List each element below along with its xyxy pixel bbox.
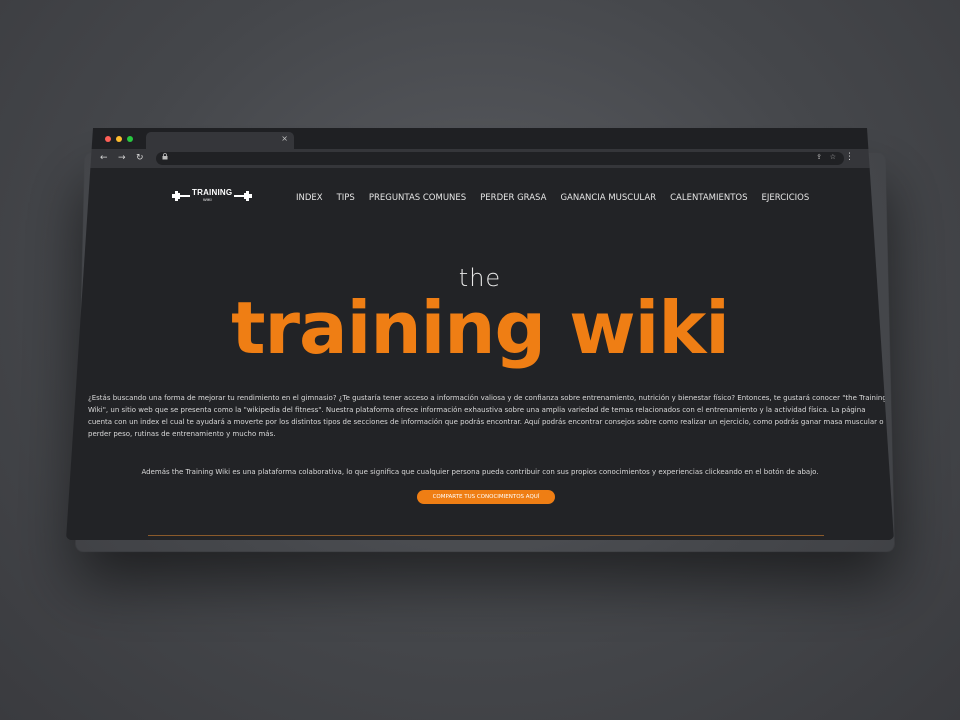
nav-item-calentamientos[interactable]: CALENTAMIENTOS	[670, 193, 747, 203]
intro-paragraph: ¿Estás buscando una forma de mejorar tu …	[88, 394, 887, 438]
web-page: TRAINING WIKI INDEX TIPS PREGUNTAS COMUN…	[66, 168, 894, 540]
share-icon[interactable]: ⇪	[816, 153, 822, 161]
browser-toolbar: ← → ↻ ⇪ ☆ ⋮	[66, 149, 894, 168]
forward-arrow-icon[interactable]: →	[118, 152, 126, 164]
minimize-window-button[interactable]	[116, 136, 122, 142]
close-icon[interactable]: ×	[281, 134, 288, 143]
nav-item-index[interactable]: INDEX	[296, 193, 323, 203]
address-bar[interactable]: ⇪ ☆	[156, 152, 844, 165]
back-arrow-icon[interactable]: ←	[100, 152, 108, 164]
divider	[148, 535, 824, 536]
site-logo[interactable]: TRAINING WIKI	[172, 188, 252, 204]
browser-tab[interactable]: ×	[146, 132, 294, 149]
browser-window: × ← → ↻ ⇪ ☆ ⋮ TRAINING WIKI INDEX TIPS P…	[66, 128, 894, 540]
browser-menu-icon[interactable]: ⋮	[845, 152, 854, 162]
lock-icon-svg	[162, 153, 168, 160]
logo-subtext: WIKI	[203, 197, 212, 202]
hero-title: training wiki	[231, 286, 730, 370]
nav-item-ejercicios[interactable]: EJERCICIOS	[762, 193, 810, 203]
close-window-button[interactable]	[105, 136, 111, 142]
star-icon[interactable]: ☆	[830, 153, 836, 161]
lock-icon	[162, 153, 168, 162]
logo-text: TRAINING	[192, 188, 233, 197]
maximize-window-button[interactable]	[127, 136, 133, 142]
share-knowledge-button[interactable]: COMPARTE TUS CONOCIMIENTOS AQUÍ	[417, 490, 555, 504]
nav-item-tips[interactable]: TIPS	[337, 193, 355, 203]
collab-paragraph: Además the Training Wiki es una platafor…	[141, 468, 819, 476]
nav-item-ganancia-muscular[interactable]: GANANCIA MUSCULAR	[560, 193, 656, 203]
nav-item-preguntas-comunes[interactable]: PREGUNTAS COMUNES	[369, 193, 466, 203]
main-nav: INDEX TIPS PREGUNTAS COMUNES PERDER GRAS…	[296, 193, 809, 203]
nav-item-perder-grasa[interactable]: PERDER GRASA	[480, 193, 546, 203]
reload-icon[interactable]: ↻	[136, 152, 144, 164]
tab-bar: ×	[66, 128, 894, 149]
